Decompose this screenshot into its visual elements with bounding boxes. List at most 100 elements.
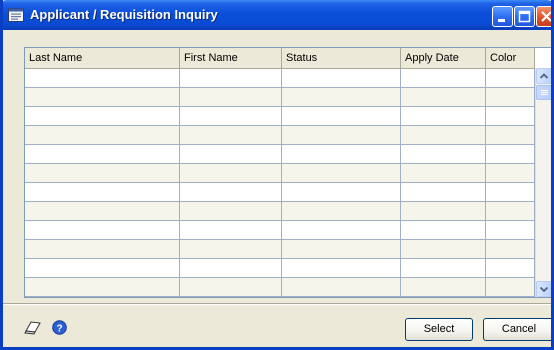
close-icon bbox=[541, 11, 551, 22]
table-row[interactable] bbox=[25, 278, 535, 297]
cell-apply-date[interactable] bbox=[401, 221, 486, 239]
cell-last-name[interactable] bbox=[25, 164, 180, 182]
maximize-icon bbox=[518, 10, 531, 23]
cell-apply-date[interactable] bbox=[401, 107, 486, 125]
chevron-down-icon bbox=[539, 286, 549, 293]
cell-first-name[interactable] bbox=[180, 221, 282, 239]
cell-status[interactable] bbox=[282, 259, 401, 277]
note-icon[interactable] bbox=[23, 319, 43, 335]
cell-color[interactable] bbox=[486, 278, 535, 296]
table-row[interactable] bbox=[25, 221, 535, 240]
window-app-icon bbox=[8, 8, 24, 22]
cell-status[interactable] bbox=[282, 69, 401, 87]
cell-apply-date[interactable] bbox=[401, 69, 486, 87]
cell-last-name[interactable] bbox=[25, 221, 180, 239]
cell-last-name[interactable] bbox=[25, 240, 180, 258]
cell-apply-date[interactable] bbox=[401, 145, 486, 163]
table-row[interactable] bbox=[25, 107, 535, 126]
chevron-up-icon bbox=[539, 73, 549, 79]
cell-first-name[interactable] bbox=[180, 164, 282, 182]
cell-apply-date[interactable] bbox=[401, 126, 486, 144]
cell-first-name[interactable] bbox=[180, 126, 282, 144]
cell-status[interactable] bbox=[282, 183, 401, 201]
table-row[interactable] bbox=[25, 240, 535, 259]
cell-apply-date[interactable] bbox=[401, 88, 486, 106]
cell-status[interactable] bbox=[282, 164, 401, 182]
cell-status[interactable] bbox=[282, 240, 401, 258]
cell-color[interactable] bbox=[486, 107, 535, 125]
scroll-thumb[interactable] bbox=[536, 85, 551, 100]
column-header-color[interactable]: Color bbox=[486, 48, 535, 68]
table-row[interactable] bbox=[25, 259, 535, 278]
cell-color[interactable] bbox=[486, 221, 535, 239]
cell-color[interactable] bbox=[486, 145, 535, 163]
cell-status[interactable] bbox=[282, 126, 401, 144]
cell-apply-date[interactable] bbox=[401, 240, 486, 258]
minimize-button[interactable] bbox=[492, 6, 513, 27]
cell-first-name[interactable] bbox=[180, 278, 282, 296]
help-icon[interactable]: ? bbox=[52, 320, 67, 335]
table-row[interactable] bbox=[25, 145, 535, 164]
cell-apply-date[interactable] bbox=[401, 259, 486, 277]
vertical-scrollbar[interactable] bbox=[535, 68, 551, 297]
cell-status[interactable] bbox=[282, 145, 401, 163]
cell-first-name[interactable] bbox=[180, 88, 282, 106]
cell-first-name[interactable] bbox=[180, 202, 282, 220]
table-row[interactable] bbox=[25, 202, 535, 221]
table-row[interactable] bbox=[25, 69, 535, 88]
cell-color[interactable] bbox=[486, 164, 535, 182]
cell-last-name[interactable] bbox=[25, 88, 180, 106]
cell-color[interactable] bbox=[486, 88, 535, 106]
cell-last-name[interactable] bbox=[25, 202, 180, 220]
cell-color[interactable] bbox=[486, 183, 535, 201]
footer-divider bbox=[3, 303, 551, 305]
cell-status[interactable] bbox=[282, 278, 401, 296]
title-bar[interactable]: Applicant / Requisition Inquiry bbox=[3, 0, 551, 30]
applicant-grid[interactable]: Last Name First Name Status Apply Date C… bbox=[24, 47, 551, 298]
table-row[interactable] bbox=[25, 126, 535, 145]
cell-status[interactable] bbox=[282, 88, 401, 106]
table-row[interactable] bbox=[25, 183, 535, 202]
column-header-apply-date[interactable]: Apply Date bbox=[401, 48, 486, 68]
close-button[interactable] bbox=[536, 6, 551, 27]
grid-header: Last Name First Name Status Apply Date C… bbox=[25, 48, 535, 69]
table-row[interactable] bbox=[25, 88, 535, 107]
cell-color[interactable] bbox=[486, 69, 535, 87]
cancel-button[interactable]: Cancel bbox=[483, 318, 551, 341]
cell-apply-date[interactable] bbox=[401, 164, 486, 182]
cell-first-name[interactable] bbox=[180, 183, 282, 201]
cell-first-name[interactable] bbox=[180, 240, 282, 258]
cell-status[interactable] bbox=[282, 107, 401, 125]
cell-color[interactable] bbox=[486, 259, 535, 277]
cell-apply-date[interactable] bbox=[401, 278, 486, 296]
cell-last-name[interactable] bbox=[25, 259, 180, 277]
cell-apply-date[interactable] bbox=[401, 183, 486, 201]
column-header-first-name[interactable]: First Name bbox=[180, 48, 282, 68]
table-row[interactable] bbox=[25, 164, 535, 183]
column-header-status[interactable]: Status bbox=[282, 48, 401, 68]
cell-status[interactable] bbox=[282, 202, 401, 220]
cell-last-name[interactable] bbox=[25, 183, 180, 201]
cell-color[interactable] bbox=[486, 202, 535, 220]
cell-color[interactable] bbox=[486, 240, 535, 258]
cell-first-name[interactable] bbox=[180, 69, 282, 87]
scroll-up-button[interactable] bbox=[536, 68, 551, 84]
svg-text:?: ? bbox=[56, 324, 62, 335]
cell-color[interactable] bbox=[486, 126, 535, 144]
cell-first-name[interactable] bbox=[180, 107, 282, 125]
cell-last-name[interactable] bbox=[25, 126, 180, 144]
cell-first-name[interactable] bbox=[180, 259, 282, 277]
window-title: Applicant / Requisition Inquiry bbox=[30, 7, 218, 22]
cell-last-name[interactable] bbox=[25, 69, 180, 87]
cell-last-name[interactable] bbox=[25, 145, 180, 163]
select-button[interactable]: Select bbox=[405, 318, 473, 341]
scroll-down-button[interactable] bbox=[536, 281, 551, 297]
maximize-button[interactable] bbox=[514, 6, 535, 27]
cell-status[interactable] bbox=[282, 221, 401, 239]
cell-last-name[interactable] bbox=[25, 107, 180, 125]
cell-last-name[interactable] bbox=[25, 278, 180, 296]
minimize-icon bbox=[498, 19, 505, 22]
cell-apply-date[interactable] bbox=[401, 202, 486, 220]
column-header-last-name[interactable]: Last Name bbox=[25, 48, 180, 68]
cell-first-name[interactable] bbox=[180, 145, 282, 163]
